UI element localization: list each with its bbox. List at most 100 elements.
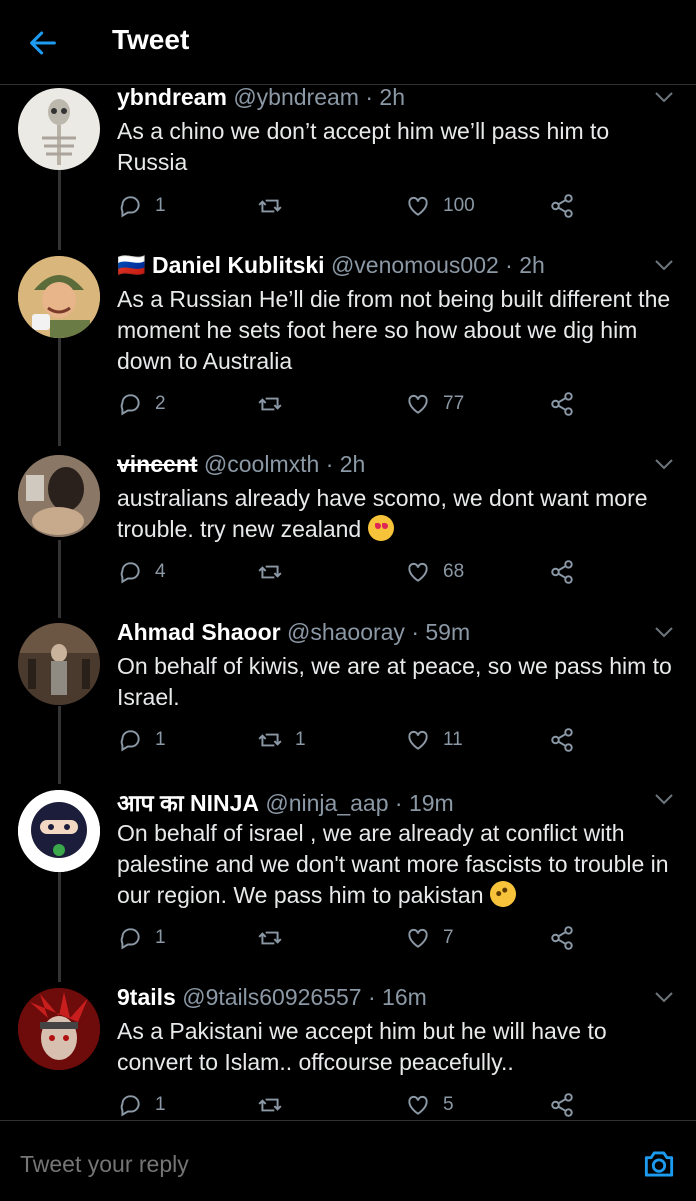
share-button[interactable] bbox=[549, 923, 575, 953]
share-button[interactable] bbox=[549, 725, 575, 755]
tweet-text: On behalf of israel , we are already at … bbox=[117, 818, 677, 912]
display-name[interactable]: ybndream bbox=[117, 84, 227, 110]
like-button[interactable]: 77 bbox=[405, 389, 464, 419]
timestamp[interactable]: 2h bbox=[519, 252, 545, 278]
avatar[interactable] bbox=[18, 988, 100, 1070]
share-icon bbox=[551, 560, 573, 584]
top-bar: Tweet bbox=[0, 0, 696, 85]
username[interactable]: @shaooray bbox=[287, 619, 405, 645]
smiling-face-with-hearts-icon bbox=[367, 515, 394, 541]
reply-input[interactable] bbox=[20, 1151, 620, 1178]
retweet-icon bbox=[258, 199, 282, 213]
thread-line bbox=[58, 338, 61, 446]
like-count: 100 bbox=[443, 195, 475, 216]
thread-line bbox=[58, 872, 61, 982]
tweet-text: As a Russian He’ll die from not being bu… bbox=[117, 286, 671, 374]
retweet-button[interactable] bbox=[257, 557, 295, 587]
reply-icon bbox=[120, 1095, 140, 1117]
username[interactable]: @9tails60926557 bbox=[182, 984, 361, 1010]
display-name[interactable]: Ahmad Shaoor bbox=[117, 619, 281, 645]
retweet-icon bbox=[258, 397, 282, 411]
chevron-down-icon[interactable] bbox=[654, 792, 674, 806]
display-name[interactable]: आप का NINJA bbox=[117, 790, 259, 816]
chevron-down-icon[interactable] bbox=[654, 625, 674, 639]
tweet-text-body: On behalf of israel , we are already at … bbox=[117, 820, 669, 908]
timestamp[interactable]: 2h bbox=[340, 451, 366, 477]
like-count: 11 bbox=[443, 729, 463, 750]
arrow-left-icon[interactable] bbox=[26, 26, 60, 60]
thread-line bbox=[58, 540, 61, 618]
avatar[interactable] bbox=[18, 455, 100, 537]
like-button[interactable]: 68 bbox=[405, 557, 464, 587]
timestamp[interactable]: 16m bbox=[382, 984, 427, 1010]
display-name[interactable]: 🇷🇺 Daniel Kublitski bbox=[117, 252, 325, 278]
tweet-actions: 2 77 bbox=[117, 389, 677, 419]
reply-icon bbox=[120, 394, 140, 416]
avatar[interactable] bbox=[18, 88, 100, 170]
share-button[interactable] bbox=[549, 389, 575, 419]
avatar[interactable] bbox=[18, 790, 100, 872]
like-button[interactable]: 11 bbox=[405, 725, 463, 755]
share-button[interactable] bbox=[549, 191, 575, 221]
reply-icon bbox=[120, 196, 140, 218]
reply-button[interactable]: 1 bbox=[117, 191, 166, 221]
reply-button[interactable]: 4 bbox=[117, 557, 166, 587]
rolling-on-floor-laughing-icon bbox=[485, 876, 521, 912]
reply-count: 1 bbox=[155, 729, 166, 750]
chevron-down-icon[interactable] bbox=[654, 258, 674, 272]
retweet-button[interactable] bbox=[257, 191, 295, 221]
thread-line bbox=[58, 170, 61, 250]
retweet-button[interactable] bbox=[257, 1090, 295, 1120]
reply-icon bbox=[120, 928, 140, 950]
like-button[interactable]: 5 bbox=[405, 1090, 454, 1120]
reply-button[interactable]: 1 bbox=[117, 923, 166, 953]
tweet-header: आप का NINJA @ninja_aap · 19m bbox=[117, 790, 454, 816]
tweet-actions: 4 68 bbox=[117, 557, 677, 587]
tweet-text: As a Pakistani we accept him but he will… bbox=[117, 1018, 607, 1075]
heart-icon bbox=[408, 196, 428, 216]
like-button[interactable]: 100 bbox=[405, 191, 475, 221]
timestamp[interactable]: 19m bbox=[409, 790, 454, 816]
reply-icon bbox=[120, 562, 140, 584]
username[interactable]: @ybndream bbox=[233, 84, 359, 110]
tweet-actions: 1 100 bbox=[117, 191, 677, 221]
reply-button[interactable]: 1 bbox=[117, 725, 166, 755]
retweet-button[interactable] bbox=[257, 389, 295, 419]
display-name[interactable]: 9tails bbox=[117, 984, 176, 1010]
username[interactable]: @ninja_aap bbox=[265, 790, 388, 816]
reply-button[interactable]: 1 bbox=[117, 1090, 166, 1120]
timestamp[interactable]: 2h bbox=[379, 84, 405, 110]
display-name[interactable]: vincent bbox=[117, 451, 198, 477]
like-count: 68 bbox=[443, 561, 465, 582]
reply-count: 1 bbox=[155, 195, 166, 216]
retweet-button[interactable] bbox=[257, 923, 295, 953]
heart-icon bbox=[408, 394, 428, 414]
share-icon bbox=[551, 392, 573, 416]
retweet-button[interactable]: 1 bbox=[257, 725, 306, 755]
chevron-down-icon[interactable] bbox=[654, 990, 674, 1004]
share-button[interactable] bbox=[549, 557, 575, 587]
page-title: Tweet bbox=[112, 24, 190, 55]
reply-composer bbox=[0, 1120, 696, 1201]
timestamp[interactable]: 59m bbox=[425, 619, 470, 645]
like-button[interactable]: 7 bbox=[405, 923, 454, 953]
username[interactable]: @coolmxth bbox=[204, 451, 319, 477]
avatar[interactable] bbox=[18, 623, 100, 705]
chevron-down-icon[interactable] bbox=[654, 457, 674, 471]
reply-button[interactable]: 2 bbox=[117, 389, 166, 419]
username[interactable]: @venomous002 bbox=[331, 252, 499, 278]
avatar[interactable] bbox=[18, 256, 100, 338]
share-icon bbox=[551, 926, 573, 950]
reply-count: 2 bbox=[155, 393, 166, 414]
tweet-text: As a chino we don’t accept him we’ll pas… bbox=[117, 118, 610, 175]
share-icon bbox=[551, 728, 573, 752]
camera-icon[interactable] bbox=[640, 1145, 678, 1183]
share-button[interactable] bbox=[549, 1090, 575, 1120]
chevron-down-icon[interactable] bbox=[654, 90, 674, 104]
heart-icon bbox=[408, 1095, 428, 1115]
tweet-text: On behalf of kiwis, we are at peace, so … bbox=[117, 653, 672, 710]
tweet-header: Ahmad Shaoor @shaooray · 59m bbox=[117, 619, 471, 645]
share-icon bbox=[551, 1093, 573, 1117]
tweet-text: australians already have scomo, we dont … bbox=[117, 483, 677, 545]
like-count: 7 bbox=[443, 927, 454, 948]
